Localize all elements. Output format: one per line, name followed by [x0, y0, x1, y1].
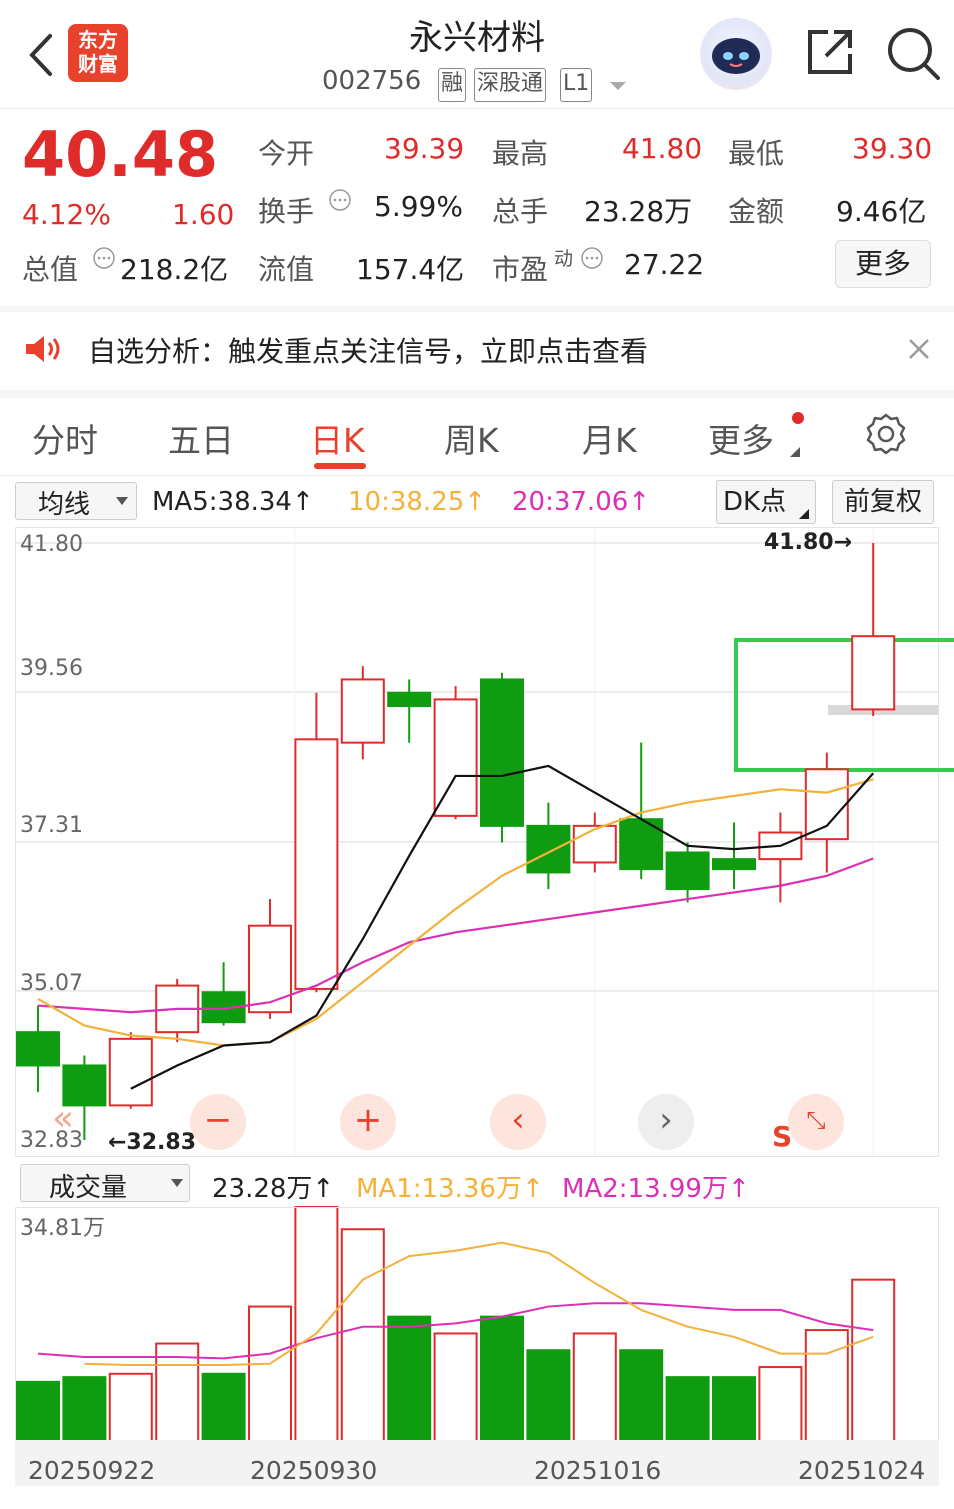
candle-up: [433, 698, 478, 817]
candle-up: [294, 738, 339, 990]
price-axis-label: 41.80: [20, 532, 83, 557]
candle-down: [480, 678, 524, 827]
volume-readout: 23.28万↑: [212, 1174, 335, 1204]
candle-up: [248, 924, 292, 1014]
candle-up: [340, 678, 385, 744]
candle-up: [851, 635, 896, 711]
subchart-select[interactable]: 成交量: [20, 1164, 190, 1203]
candle-down: [712, 858, 756, 871]
candle-down: [387, 691, 432, 708]
fullscreen-button[interactable]: ⤡: [788, 1094, 844, 1150]
date-label: 20251024: [798, 1456, 926, 1485]
high-annotation: 41.80→: [764, 530, 853, 555]
candle-down: [526, 824, 571, 874]
rewind-icon[interactable]: «: [52, 1098, 74, 1139]
subchart-select-label: 成交量: [49, 1173, 128, 1203]
volume-axis-label: 34.81万: [20, 1216, 105, 1241]
date-label: 20250922: [28, 1456, 156, 1485]
candle-up: [572, 824, 617, 864]
vol-ma2-readout: MA2:13.99万↑: [562, 1174, 750, 1204]
price-axis-label: 37.31: [20, 813, 83, 838]
candle-up: [804, 768, 849, 841]
scroll-right-button[interactable]: ›: [638, 1094, 694, 1150]
date-label: 20250930: [250, 1456, 378, 1485]
low-annotation: ←32.83: [108, 1130, 197, 1155]
scroll-left-button[interactable]: ‹: [490, 1094, 546, 1150]
price-axis-label: 39.56: [20, 656, 83, 681]
volume-panel[interactable]: [15, 1207, 939, 1441]
price-axis-label: 35.07: [20, 971, 83, 996]
vol-ma1-readout: MA1:13.36万↑: [356, 1174, 544, 1204]
zoom-out-button[interactable]: −: [190, 1094, 246, 1150]
candle-down: [665, 851, 710, 891]
candle-up: [108, 1037, 153, 1107]
zoom-in-button[interactable]: +: [340, 1094, 396, 1150]
date-label: 20251016: [534, 1456, 662, 1485]
candle-down: [16, 1031, 60, 1067]
